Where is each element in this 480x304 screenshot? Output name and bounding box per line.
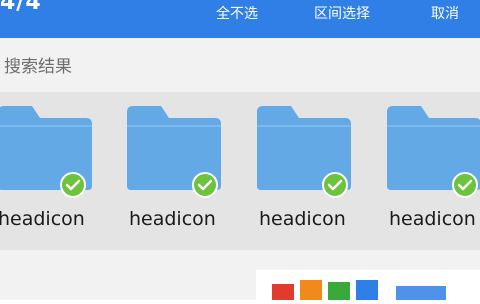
- checkmark-icon[interactable]: [60, 172, 86, 198]
- site-watermark-logo: [256, 270, 480, 300]
- select-none-button[interactable]: 全不选: [216, 3, 258, 23]
- search-results-label: 搜索结果: [4, 57, 72, 77]
- watermark-logo-graphic: [272, 280, 446, 300]
- file-item[interactable]: headicon: [0, 104, 118, 230]
- file-name: headicon: [389, 208, 476, 230]
- file-name: headicon: [0, 208, 85, 230]
- selection-count: 4/4: [0, 0, 42, 15]
- file-item[interactable]: headicon: [387, 104, 480, 230]
- file-item[interactable]: headicon: [257, 104, 377, 230]
- range-select-button[interactable]: 区间选择: [314, 3, 370, 23]
- file-name: headicon: [129, 208, 216, 230]
- file-name: headicon: [259, 208, 346, 230]
- file-item[interactable]: headicon: [127, 104, 247, 230]
- cancel-button[interactable]: 取消: [431, 3, 459, 23]
- top-action-bar: 4/4 全不选 区间选择 取消: [0, 0, 480, 38]
- checkmark-icon[interactable]: [192, 172, 218, 198]
- checkmark-icon[interactable]: [322, 172, 348, 198]
- checkmark-icon[interactable]: [452, 172, 478, 198]
- file-results-grid: headicon headicon headicon headicon: [0, 92, 480, 250]
- search-results-header: 搜索结果: [0, 38, 480, 92]
